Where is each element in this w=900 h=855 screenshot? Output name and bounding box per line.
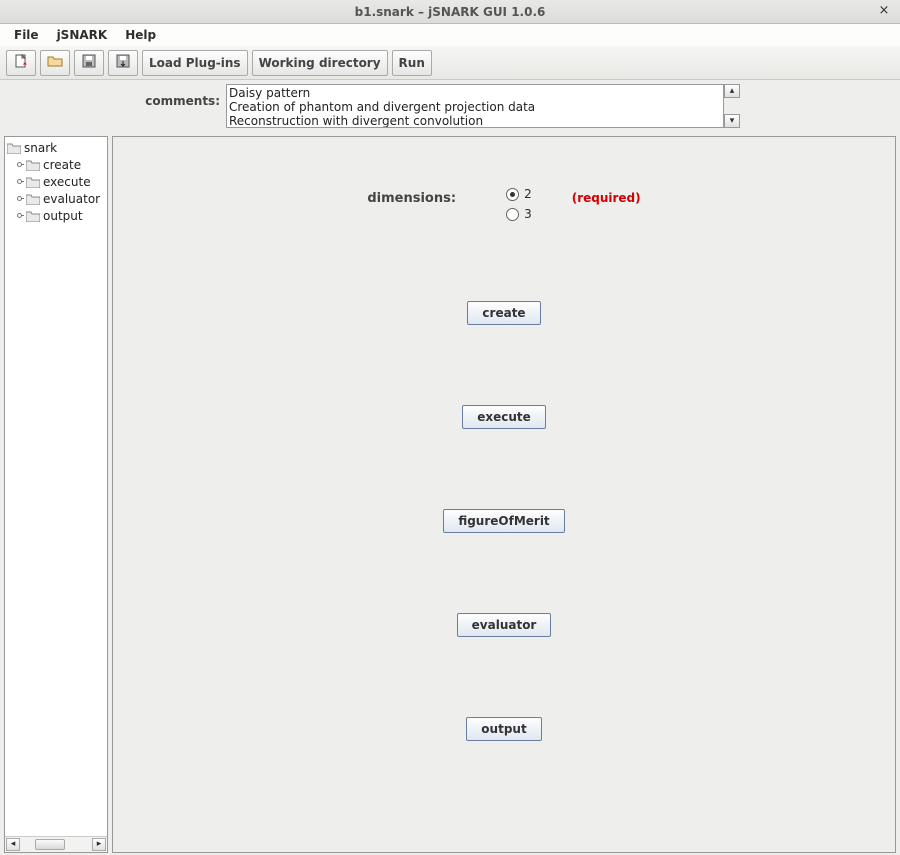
folder-icon — [26, 193, 40, 205]
scroll-down-icon[interactable]: ▾ — [724, 114, 740, 128]
menubar: File jSNARK Help — [0, 24, 900, 46]
folder-icon — [26, 159, 40, 171]
load-plugins-button[interactable]: Load Plug-ins — [142, 50, 248, 76]
tree-item-output[interactable]: output — [5, 207, 107, 224]
dimensions-radio-3[interactable]: 3 — [506, 207, 532, 221]
comments-line: Daisy pattern — [229, 86, 721, 100]
window-titlebar: b1.snark – jSNARK GUI 1.0.6 × — [0, 0, 900, 24]
scroll-left-icon[interactable]: ◂ — [6, 838, 20, 851]
scroll-up-icon[interactable]: ▴ — [724, 84, 740, 98]
window-title: b1.snark – jSNARK GUI 1.0.6 — [355, 5, 546, 19]
tree-expand-icon[interactable] — [15, 160, 24, 169]
tree-item-label: output — [43, 209, 83, 223]
tree-expand-icon[interactable] — [15, 211, 24, 220]
menu-help[interactable]: Help — [117, 26, 164, 44]
comments-line: Creation of phantom and divergent projec… — [229, 100, 721, 114]
create-button[interactable]: create — [467, 301, 540, 325]
comments-scrollbar[interactable]: ▴ ▾ — [724, 84, 740, 128]
toolbar: * Load Plug-ins Working directory Run — [0, 46, 900, 80]
new-file-icon: * — [13, 53, 29, 72]
tree-item-label: evaluator — [43, 192, 100, 206]
scroll-thumb[interactable] — [35, 839, 65, 850]
comments-label: comments: — [0, 84, 226, 108]
tree-item-execute[interactable]: execute — [5, 173, 107, 190]
dimensions-radio-group: 2 3 — [506, 187, 532, 221]
tree-root[interactable]: snark — [5, 139, 107, 156]
menu-file[interactable]: File — [6, 26, 47, 44]
tree-item-create[interactable]: create — [5, 156, 107, 173]
tree-item-label: execute — [43, 175, 91, 189]
tree-item-label: create — [43, 158, 81, 172]
radio-icon — [506, 188, 519, 201]
save-as-button[interactable] — [108, 50, 138, 76]
svg-text:*: * — [23, 61, 27, 69]
comments-textarea[interactable]: Daisy pattern Creation of phantom and di… — [226, 84, 724, 128]
dimensions-row: dimensions: 2 3 (required) — [123, 187, 885, 221]
window-close-icon[interactable]: × — [876, 3, 892, 19]
folder-icon — [26, 210, 40, 222]
scroll-right-icon[interactable]: ▸ — [92, 838, 106, 851]
evaluator-button[interactable]: evaluator — [457, 613, 552, 637]
working-directory-button[interactable]: Working directory — [252, 50, 388, 76]
tree-root-label: snark — [24, 141, 57, 155]
folder-icon — [26, 176, 40, 188]
tree-pane: snark create execute evaluator output — [4, 136, 108, 853]
run-button[interactable]: Run — [392, 50, 432, 76]
output-button[interactable]: output — [466, 717, 541, 741]
required-label: (required) — [572, 191, 641, 205]
tree-item-evaluator[interactable]: evaluator — [5, 190, 107, 207]
new-file-button[interactable]: * — [6, 50, 36, 76]
open-folder-icon — [47, 53, 63, 72]
open-file-button[interactable] — [40, 50, 70, 76]
save-button[interactable] — [74, 50, 104, 76]
figureofmerit-button[interactable]: figureOfMerit — [443, 509, 564, 533]
work-area: snark create execute evaluator output — [0, 134, 900, 855]
comments-row: comments: Daisy pattern Creation of phan… — [0, 80, 900, 134]
dimensions-label: dimensions: — [367, 191, 456, 206]
radio-label: 2 — [524, 187, 532, 201]
floppy-disk-arrow-icon — [115, 53, 131, 72]
execute-button[interactable]: execute — [462, 405, 546, 429]
folder-icon — [7, 142, 21, 154]
dimensions-radio-2[interactable]: 2 — [506, 187, 532, 201]
radio-icon — [506, 208, 519, 221]
main-pane: dimensions: 2 3 (required) create execut… — [112, 136, 896, 853]
tree-expand-icon[interactable] — [15, 194, 24, 203]
floppy-disk-icon — [81, 53, 97, 72]
tree-horizontal-scrollbar[interactable]: ◂ ▸ — [5, 836, 107, 852]
radio-label: 3 — [524, 207, 532, 221]
tree-expand-icon[interactable] — [15, 177, 24, 186]
comments-line: Reconstruction with divergent convolutio… — [229, 114, 721, 128]
menu-jsnark[interactable]: jSNARK — [49, 26, 116, 44]
action-buttons: create execute figureOfMerit evaluator o… — [123, 301, 885, 741]
